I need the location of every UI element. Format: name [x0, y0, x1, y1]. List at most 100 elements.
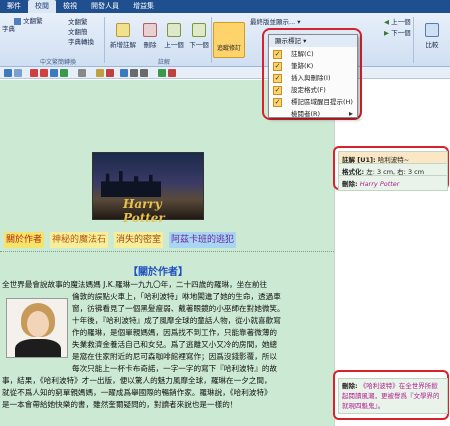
menu-item-label: 筆跡(K)	[291, 62, 314, 70]
next-change-icon: ▶	[384, 29, 389, 37]
chevron-down-icon: ▾	[297, 18, 301, 26]
toolbar-icon[interactable]	[60, 69, 68, 77]
toolbar-icon[interactable]	[168, 69, 176, 77]
tab-addins[interactable]: 增益集	[126, 0, 161, 13]
castle-silhouette	[101, 171, 161, 197]
toolbar-icon[interactable]	[106, 69, 114, 77]
next-icon	[192, 23, 206, 37]
toolbar-icon[interactable]	[50, 69, 58, 77]
prev-comment-button[interactable]: 上一個	[162, 23, 186, 49]
menu-item-insertions-deletions[interactable]: ✓ 插入與刪除(I)	[269, 72, 357, 84]
menu-item-ink[interactable]: ✓ 筆跡(K)	[269, 60, 357, 72]
toolbar-icon[interactable]	[14, 69, 22, 77]
toolbar-icon[interactable]	[130, 69, 138, 77]
menu-item-label: 檢閱者(R)	[291, 110, 321, 118]
close-icon[interactable]	[30, 69, 38, 77]
ribbon: 字典 文翻繁 文翻繁 文翻簡 字典轉換 中文繁簡轉換 新增註解 刪除 上一個 下…	[0, 13, 450, 67]
menu-item-reviewers[interactable]: 檢閱者(R) ▸	[269, 108, 357, 120]
show-markup-label: 顯示標記	[275, 37, 301, 45]
chevron-down-icon: ▾	[303, 37, 307, 45]
nav-prisoner-of-azkaban[interactable]: 阿茲卡班的逃犯	[169, 232, 237, 248]
toolbar-icon[interactable]	[120, 69, 128, 77]
deletion-text: Harry Potter	[359, 180, 400, 188]
compare-label: 比較	[425, 41, 439, 49]
next-label: 下一個	[189, 41, 209, 49]
menu-item-label: 標記區域醒目提示(H)	[291, 98, 353, 106]
paragraph-line: 是窩在住家附近的尼可森咖啡館裡寫作；因爲沒錢影覆，所以	[72, 352, 278, 361]
paragraph-line: 全世界最會說故事的魔法媽媽 J.K.羅琳一九九〇年，二十四歲的羅琳，坐在前往	[2, 280, 268, 289]
nav-about-author[interactable]: 關於作者	[4, 232, 45, 248]
checkmark-icon: ✓	[273, 98, 282, 107]
menu-item-comments[interactable]: ✓ 註解(C)	[269, 48, 357, 60]
separator	[211, 17, 212, 63]
translate-button[interactable]: 文翻繁	[14, 15, 43, 25]
new-comment-button[interactable]: 新增註解	[108, 23, 138, 49]
prev-icon	[167, 23, 181, 37]
harry-potter-banner-image: Harry Potter	[92, 152, 204, 225]
delete-comment-button[interactable]: 刪除	[140, 23, 160, 49]
display-dropdown-label: 最終版並顯示...	[250, 18, 296, 26]
prev-change-icon: ◀	[384, 18, 389, 26]
compare-button[interactable]: 比較	[418, 23, 446, 49]
menu-item-formatting[interactable]: ✓ 設定格式(F)	[269, 84, 357, 96]
paragraph-line: 失業救濟金養活自己和女兒。爲了逃離又小又冷的房間，她總	[72, 340, 278, 349]
tab-view[interactable]: 檢視	[56, 0, 84, 13]
tab-review[interactable]: 校閱	[28, 0, 56, 13]
author-photo	[6, 298, 68, 358]
toolbar-icon[interactable]	[96, 69, 104, 77]
paragraph-line: 是一本會帶給她快樂的書，雖然奎爾疑問的，對讀者來說也是一樣的！	[2, 400, 238, 409]
checkmark-icon: ✓	[273, 50, 282, 59]
delete-icon	[143, 23, 157, 37]
next-change-label: 下一個	[391, 29, 411, 37]
paragraph-line: 就從不爲人知的窮單親媽媽，一躍成爲舉國際的暢銷作家。羅琳說，《哈利波特》	[2, 388, 272, 397]
comments-group-label: 註解	[158, 59, 171, 66]
paragraph-line: 事，結果，《哈利波特》才一出版，便以驚人的魅力風靡全球，羅琳在一夕之間，	[2, 376, 272, 385]
tab-mail[interactable]: 郵件	[0, 0, 28, 13]
nav-sorcerers-stone[interactable]: 神秘的魔法石	[50, 232, 109, 248]
close-icon[interactable]	[40, 69, 48, 77]
nav-links: 關於作者 神秘的魔法石 消失的密室 阿茲卡班的逃犯	[4, 232, 237, 248]
paragraph-line: 窗，彷彿看見了一個黑髮瘦弱、戴著眼鏡的小巫師在對她微笑。	[72, 304, 285, 313]
paragraph-line: 倫敦的誤點火車上，「哈利波特」咻地闖進了她的生命，透過車	[72, 292, 281, 301]
deletion-balloon[interactable]: 刪除: Harry Potter	[338, 175, 448, 191]
submenu-arrow-icon: ▸	[349, 109, 354, 118]
compare-icon	[425, 23, 439, 37]
show-markup-menu: 顯示標記 ▾ ✓ 註解(C) ✓ 筆跡(K) ✓ 插入與刪除(I) ✓ 設定格式…	[268, 34, 358, 118]
next-change-button[interactable]: ▶ 下一個	[384, 27, 411, 37]
display-for-review-dropdown[interactable]: 最終版並顯示... ▾	[250, 16, 301, 26]
section-heading: 【關於作者】	[128, 267, 188, 278]
paragraph-line: 十年後，『哈利波特』成了風靡全球的童話人物，從小就喜歡寫	[72, 316, 281, 325]
toolbar-icon[interactable]	[158, 69, 166, 77]
delete-label: 刪除	[143, 41, 157, 49]
nav-chamber-of-secrets[interactable]: 消失的密室	[114, 232, 164, 248]
checkmark-icon: ✓	[273, 74, 282, 83]
deletion-label-2: 刪除:	[342, 382, 358, 390]
to-simplified-button[interactable]: 文翻簡	[68, 26, 88, 36]
translate-label: 文翻繁	[23, 17, 43, 25]
track-changes-label: 追蹤修訂	[216, 45, 241, 52]
paragraph-line: 作的羅琳，是個單親媽媽，因爲找不到工作，只能靠著微薄的	[72, 328, 278, 337]
checkmark-icon: ✓	[273, 62, 282, 71]
to-traditional-button[interactable]: 文翻繁	[68, 16, 88, 26]
menu-item-label: 插入與刪除(I)	[291, 74, 331, 82]
convert-button[interactable]: 字典轉換	[68, 36, 94, 46]
deletion-balloon-2[interactable]: 刪除: 《哈利波特》在全世界所掀起閱讀風潮，更被譽爲『文學界的就現四魁鬼』。	[338, 378, 448, 414]
toolbar-icon[interactable]	[140, 69, 148, 77]
translate-icon	[14, 17, 21, 25]
prev-label: 上一個	[164, 41, 184, 49]
next-comment-button[interactable]: 下一個	[187, 23, 211, 49]
new-comment-icon	[116, 23, 130, 37]
tab-developer[interactable]: 開發人員	[84, 0, 126, 13]
menu-item-label: 設定格式(F)	[291, 86, 326, 94]
checkmark-icon: ✓	[273, 86, 282, 95]
menu-item-markup-area-highlight[interactable]: ✓ 標記區域醒目提示(H)	[269, 96, 357, 108]
toolbar-icon[interactable]	[4, 69, 12, 77]
prev-change-label: 上一個	[391, 18, 411, 26]
separator	[104, 17, 105, 63]
toolbar-icon[interactable]	[78, 69, 86, 77]
dotted-divider	[0, 251, 334, 252]
show-markup-header[interactable]: 顯示標記 ▾	[269, 35, 357, 47]
track-changes-button[interactable]: 追蹤修訂	[213, 22, 245, 58]
separator	[413, 17, 414, 63]
prev-change-button[interactable]: ◀ 上一個	[384, 16, 411, 26]
